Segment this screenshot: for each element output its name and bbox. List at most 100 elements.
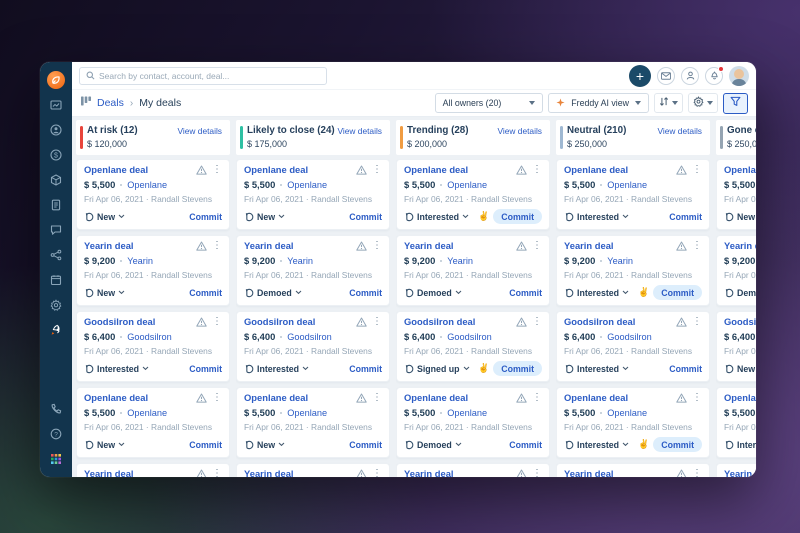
email-button[interactable] (657, 67, 675, 85)
account-link[interactable]: Goodsilron (607, 331, 651, 343)
user-avatar[interactable] (729, 66, 749, 86)
account-link[interactable]: Goodsilron (127, 331, 171, 343)
deal-name-link[interactable]: Yearin deal (244, 240, 351, 252)
kebab-menu-icon[interactable]: ⋮ (692, 165, 702, 175)
stage-dropdown[interactable]: Interested (564, 212, 629, 222)
sidebar-item-freshworks-logo[interactable] (40, 67, 72, 92)
deal-card[interactable]: Yearin deal⋮$ 9,200YearinFri Apr 06, 202… (236, 235, 390, 306)
view-details-link[interactable]: View details (497, 126, 542, 136)
stage-dropdown[interactable]: Interested (564, 364, 629, 374)
account-link[interactable]: Yearin (607, 255, 633, 267)
stage-dropdown[interactable]: New (724, 212, 756, 222)
deal-card[interactable]: Goodsilron deal⋮$ 6,400GoodsilronFri Apr… (396, 311, 550, 382)
deal-name-link[interactable]: Yearin deal (564, 468, 671, 477)
view-details-link[interactable]: View details (337, 126, 382, 136)
sidebar-item-automations[interactable] (40, 242, 72, 267)
sidebar-item-rocket[interactable] (40, 317, 72, 342)
sidebar-item-help[interactable]: ? (40, 421, 72, 446)
deal-name-link[interactable]: Openlane deal (564, 392, 671, 404)
deal-name-link[interactable]: Openlane deal (244, 164, 351, 176)
deal-card[interactable]: Openlane deal⋮$ 5,500OpenlaneFri Apr 06,… (76, 387, 230, 458)
sidebar-item-products[interactable] (40, 167, 72, 192)
sidebar-item-settings[interactable] (40, 292, 72, 317)
kebab-menu-icon[interactable]: ⋮ (212, 241, 222, 251)
commit-button[interactable]: Commit (669, 212, 702, 222)
sidebar-item-contacts[interactable] (40, 117, 72, 142)
account-link[interactable]: Openlane (607, 179, 647, 191)
stage-dropdown[interactable]: Signed up (404, 364, 470, 374)
deal-name-link[interactable]: Openlane deal (404, 164, 511, 176)
kebab-menu-icon[interactable]: ⋮ (212, 165, 222, 175)
deal-name-link[interactable]: Yearin deal (84, 240, 191, 252)
search-input[interactable] (99, 71, 320, 81)
deal-name-link[interactable]: Goodsilron deal (404, 316, 511, 328)
deal-card[interactable]: Openlane deal⋮$ 5,500OpenlaneFri Apr 06,… (556, 159, 710, 230)
deal-name-link[interactable]: Goodsilron deal (84, 316, 191, 328)
deal-card[interactable]: Openlane deal⋮$ 5,500OpenlaneFri Apr 06,… (236, 159, 390, 230)
commit-button[interactable]: Commit (189, 288, 222, 298)
contact-button[interactable] (681, 67, 699, 85)
stage-dropdown[interactable]: Demoed (404, 288, 462, 298)
account-link[interactable]: Openlane (287, 407, 327, 419)
stage-dropdown[interactable]: Interested (84, 364, 149, 374)
deal-card[interactable]: Yearin deal⋮$ 9,200YearinFri Apr 06, 202… (716, 235, 756, 306)
account-link[interactable]: Openlane (127, 407, 167, 419)
kebab-menu-icon[interactable]: ⋮ (692, 469, 702, 477)
deal-name-link[interactable]: Yearin deal (724, 468, 756, 477)
stage-dropdown[interactable]: New (84, 440, 125, 450)
account-link[interactable]: Yearin (287, 255, 313, 267)
sidebar-item-documents[interactable] (40, 192, 72, 217)
deal-card[interactable]: Openlane deal⋮$ 5,500OpenlaneFri Apr 06,… (76, 159, 230, 230)
deal-card[interactable]: Yearin deal⋮$ 9,200YearinFri Apr 06, 202… (556, 235, 710, 306)
deal-name-link[interactable]: Openlane deal (84, 164, 191, 176)
account-link[interactable]: Openlane (127, 179, 167, 191)
commit-button[interactable]: Commit (349, 440, 382, 450)
account-link[interactable]: Openlane (607, 407, 647, 419)
deal-name-link[interactable]: Yearin deal (404, 468, 511, 477)
commit-button[interactable]: Commit (509, 288, 542, 298)
kebab-menu-icon[interactable]: ⋮ (692, 317, 702, 327)
sidebar-item-dashboard[interactable] (40, 92, 72, 117)
deal-name-link[interactable]: Yearin deal (564, 240, 671, 252)
stage-dropdown[interactable]: Demoed (244, 288, 302, 298)
account-link[interactable]: Yearin (447, 255, 473, 267)
kebab-menu-icon[interactable]: ⋮ (212, 317, 222, 327)
stage-dropdown[interactable]: Demoed (724, 288, 756, 298)
deal-card[interactable]: Openlane deal⋮$ 5,500OpenlaneFri Apr 06,… (396, 159, 550, 230)
stage-dropdown[interactable]: New (244, 440, 285, 450)
deal-name-link[interactable]: Openlane deal (564, 164, 671, 176)
kebab-menu-icon[interactable]: ⋮ (532, 241, 542, 251)
deal-card[interactable]: Yearin deal⋮$ 9,200YearinFri Apr 06, 202… (236, 463, 390, 477)
kebab-menu-icon[interactable]: ⋮ (532, 165, 542, 175)
commit-button[interactable]: Commit (653, 437, 702, 452)
sidebar-item-phone[interactable] (40, 396, 72, 421)
notifications-button[interactable] (705, 67, 723, 85)
deal-name-link[interactable]: Goodsilron deal (244, 316, 351, 328)
deal-name-link[interactable]: Yearin deal (404, 240, 511, 252)
deal-card[interactable]: Openlane deal⋮$ 5,500OpenlaneFri Apr 06,… (556, 387, 710, 458)
breadcrumb-deals[interactable]: Deals (97, 97, 124, 109)
deal-name-link[interactable]: Yearin deal (84, 468, 191, 477)
account-link[interactable]: Openlane (287, 179, 327, 191)
deal-card[interactable]: Yearin deal⋮$ 9,200YearinFri Apr 06, 202… (716, 463, 756, 477)
deal-name-link[interactable]: Openlane deal (724, 164, 756, 176)
sort-button[interactable] (654, 93, 683, 113)
account-link[interactable]: Openlane (447, 179, 487, 191)
deal-card[interactable]: Goodsilron deal⋮$ 6,400GoodsilronFri Apr… (76, 311, 230, 382)
account-link[interactable]: Yearin (127, 255, 153, 267)
view-details-link[interactable]: View details (657, 126, 702, 136)
kebab-menu-icon[interactable]: ⋮ (692, 241, 702, 251)
kebab-menu-icon[interactable]: ⋮ (372, 469, 382, 477)
deal-card[interactable]: Yearin deal⋮$ 9,200YearinFri Apr 06, 202… (396, 235, 550, 306)
filter-button[interactable] (723, 93, 748, 114)
kebab-menu-icon[interactable]: ⋮ (372, 317, 382, 327)
stage-dropdown[interactable]: New (84, 288, 125, 298)
deal-name-link[interactable]: Openlane deal (724, 392, 756, 404)
stage-dropdown[interactable]: Interested (564, 440, 629, 450)
deal-card[interactable]: Yearin deal⋮$ 9,200YearinFri Apr 06, 202… (76, 235, 230, 306)
deal-name-link[interactable]: Goodsilron deal (724, 316, 756, 328)
commit-button[interactable]: Commit (653, 285, 702, 300)
commit-button[interactable]: Commit (349, 364, 382, 374)
commit-button[interactable]: Commit (189, 440, 222, 450)
deal-card[interactable]: Openlane deal⋮$ 5,500OpenlaneFri Apr 06,… (236, 387, 390, 458)
